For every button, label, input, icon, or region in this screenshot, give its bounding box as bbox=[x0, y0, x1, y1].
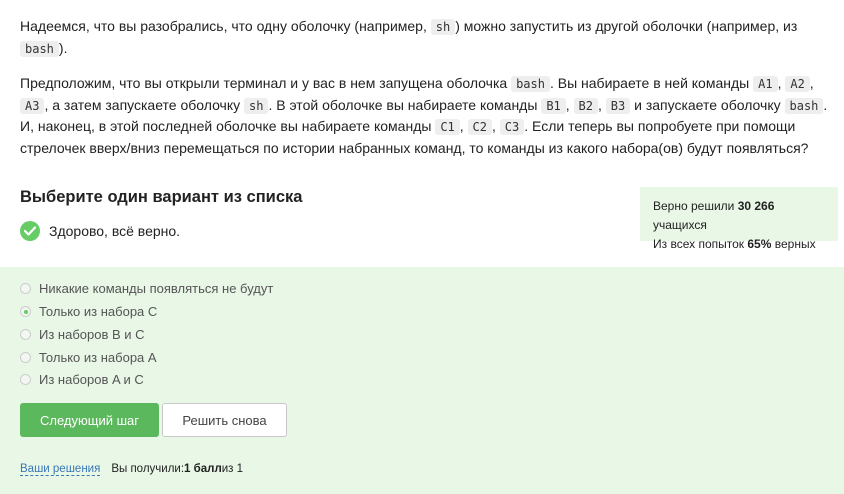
question-paragraph-2: Предположим, что вы открыли терминал и у… bbox=[20, 73, 836, 158]
text-fragment: Надеемся, что вы разобрались, что одну о… bbox=[20, 18, 431, 34]
text-fragment: , bbox=[809, 75, 814, 91]
text-fragment: . В этой оболочке вы набираете команды bbox=[268, 96, 542, 113]
solved-count: 30 266 bbox=[737, 199, 775, 213]
text-fragment: , bbox=[492, 118, 500, 134]
code-bash: bash bbox=[784, 97, 824, 114]
code-b2: B2 bbox=[573, 97, 598, 114]
text-fragment: и запускаете оболочку bbox=[630, 96, 785, 113]
radio-button[interactable] bbox=[20, 374, 31, 385]
stats-panel: Верно решили 30 266 учащихся Из всех поп… bbox=[640, 187, 838, 251]
radio-button-selected[interactable] bbox=[20, 306, 31, 317]
option-label: Из наборов A и C bbox=[39, 372, 144, 387]
status-message: Здорово, всё верно. bbox=[20, 221, 180, 241]
text-fragment: ). bbox=[58, 39, 68, 56]
option-label: Только из набора A bbox=[39, 350, 157, 365]
your-solutions-link[interactable]: Ваши решения bbox=[20, 463, 101, 476]
score-value: 1 балл bbox=[184, 463, 222, 475]
text-fragment: . Вы набираете в ней команды bbox=[549, 75, 754, 91]
code-sh: sh bbox=[244, 97, 269, 114]
text-fragment: , а затем запускаете оболочку bbox=[44, 96, 245, 113]
stats-attempts: Из всех попыток 65% верных bbox=[653, 235, 825, 254]
option-3[interactable]: Только из набора A bbox=[20, 350, 157, 365]
code-a2: A2 bbox=[785, 76, 810, 92]
text-fragment: , bbox=[459, 118, 468, 134]
text-fragment: ) можно запустить из другой оболочки (на… bbox=[455, 18, 798, 34]
code-bash: bash bbox=[20, 40, 59, 57]
stats-text: Из всех попыток bbox=[653, 237, 748, 251]
score-suffix: из 1 bbox=[221, 463, 244, 475]
code-a1: A1 bbox=[753, 76, 778, 92]
code-sh: sh bbox=[430, 19, 456, 35]
option-label: Никакие команды появляться не будут bbox=[39, 281, 274, 296]
option-label: Только из набора C bbox=[39, 304, 158, 319]
code-c1: C1 bbox=[435, 119, 460, 135]
code-c3: C3 bbox=[499, 119, 525, 135]
option-label: Из наборов B и C bbox=[39, 327, 145, 342]
text-fragment: Предположим, что вы открыли терминал и у… bbox=[20, 75, 512, 91]
radio-button[interactable] bbox=[20, 352, 31, 363]
check-icon bbox=[20, 221, 40, 241]
code-bash: bash bbox=[511, 76, 550, 92]
task-header: Выберите один вариант из списка bbox=[20, 188, 303, 206]
code-b1: B1 bbox=[541, 97, 566, 114]
option-0[interactable]: Никакие команды появляться не будут bbox=[20, 281, 273, 296]
code-a3: A3 bbox=[20, 97, 45, 114]
next-step-button[interactable]: Следующий шаг bbox=[20, 403, 159, 437]
text-fragment: , bbox=[598, 96, 606, 113]
question-text: Надеемся, что вы разобрались, что одну о… bbox=[20, 16, 836, 172]
radio-button[interactable] bbox=[20, 283, 31, 294]
text-fragment: , bbox=[565, 96, 574, 113]
code-b3: B3 bbox=[605, 97, 631, 114]
retry-button[interactable]: Решить снова bbox=[162, 403, 287, 437]
stats-text: верных bbox=[771, 237, 816, 251]
option-2[interactable]: Из наборов B и C bbox=[20, 327, 145, 342]
option-4[interactable]: Из наборов A и C bbox=[20, 372, 144, 387]
stats-text: учащихся bbox=[653, 218, 707, 232]
answer-area: Никакие команды появляться не будут Толь… bbox=[0, 267, 844, 494]
option-1[interactable]: Только из набора C bbox=[20, 304, 157, 319]
stats-text: Верно решили bbox=[653, 199, 738, 213]
code-c2: C2 bbox=[467, 119, 492, 135]
score-prefix: Вы получили: bbox=[111, 463, 185, 475]
step-page: Надеемся, что вы разобрались, что одну о… bbox=[0, 0, 844, 494]
question-paragraph-1: Надеемся, что вы разобрались, что одну о… bbox=[20, 16, 836, 59]
stats-solved: Верно решили 30 266 учащихся bbox=[653, 197, 825, 235]
footer: Ваши решения Вы получили: 1 балл из 1 bbox=[20, 463, 243, 476]
attempts-percent: 65% bbox=[747, 237, 772, 251]
radio-button[interactable] bbox=[20, 329, 31, 340]
status-text: Здорово, всё верно. bbox=[49, 223, 181, 239]
